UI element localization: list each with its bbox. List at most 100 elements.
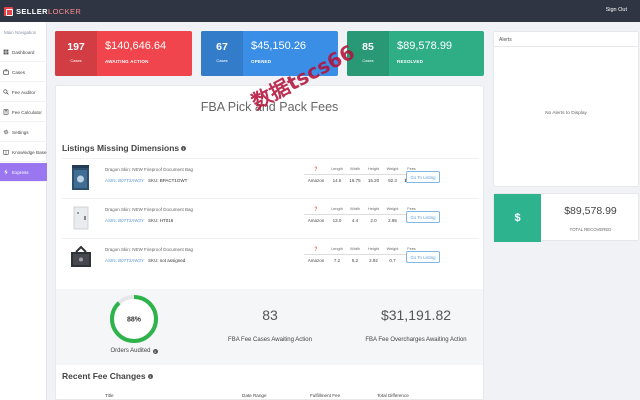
table-row: Dragon Skin: NEW Fireproof Document Bag … xyxy=(62,198,479,238)
dims-header: Width xyxy=(350,207,360,211)
table-row: Dragon Skin: NEW Fireproof Document Bag … xyxy=(62,238,479,278)
missing-dimensions-title: Listings Missing Dimensions i xyxy=(62,143,187,153)
stat-count-box: 67 Cases xyxy=(201,31,243,76)
sku-value: not assigned xyxy=(159,258,186,263)
dims-height: 2.92 xyxy=(364,254,383,266)
sidebar-item-settings[interactable]: Settings xyxy=(0,123,47,142)
logo-text-light: LOCKER xyxy=(48,6,82,16)
book-icon xyxy=(3,149,9,155)
go-to-listing-button[interactable]: Go To Listing xyxy=(406,171,440,183)
dimensions-table: ❓ Amazon Length 14.5 Width 16.75 Height 15.2… xyxy=(304,165,421,189)
sidebar-item-cases[interactable]: Cases xyxy=(0,63,47,82)
table-row: Dragon Skin: NEW Fireproof Document Bag … xyxy=(62,158,479,198)
gear-icon xyxy=(3,129,9,135)
dims-width: 5.2 xyxy=(346,254,364,266)
sidebar-item-fee-auditor[interactable]: Fee Auditor xyxy=(0,83,47,102)
stat-count: 197 xyxy=(67,41,85,53)
sidebar-item-label: Dashboard xyxy=(12,49,35,55)
sidebar-item-fee-calculator[interactable]: Fee Calculator xyxy=(0,103,47,122)
bolt-icon xyxy=(4,169,8,175)
fee-cases-count: 83 xyxy=(262,307,278,323)
gauge-percent: 88% xyxy=(127,317,142,324)
info-icon[interactable]: i xyxy=(152,348,158,354)
page-title: FBA Pick and Pack Fees xyxy=(200,100,339,114)
asin-link[interactable]: B07T3AW2Y xyxy=(118,218,144,223)
dims-header: Length xyxy=(331,167,343,171)
stat-amount: $140,646.64 xyxy=(105,40,167,52)
sku-value: HT016 xyxy=(159,218,174,223)
dims-weight: 2.95 xyxy=(383,214,402,226)
orders-audited-label: Orders Audited i xyxy=(96,348,172,354)
dims-length: 7.2 xyxy=(328,254,346,266)
help-icon[interactable]: ❓ xyxy=(304,205,328,214)
total-recovered-amount: $89,578.99 xyxy=(564,205,617,217)
sign-out-link[interactable]: Sign Out xyxy=(606,7,627,13)
missing-dimensions-title-text: Listings Missing Dimensions xyxy=(62,143,180,153)
recent-fee-changes-title-text: Recent Fee Changes xyxy=(62,371,146,381)
sidebar-title: Main Navigation xyxy=(4,30,37,35)
info-icon[interactable]: i xyxy=(181,145,187,151)
top-bar: SELLERLOCKER Sign Out xyxy=(0,0,640,22)
stat-count-label: Cases xyxy=(70,58,82,63)
stat-count-label: Cases xyxy=(362,58,374,63)
sidebar-item-dashboard[interactable]: Dashboard xyxy=(0,43,47,62)
app-logo[interactable]: SELLERLOCKER xyxy=(4,6,81,16)
go-to-listing-button[interactable]: Go To Listing xyxy=(406,251,440,263)
locker-logo-icon xyxy=(4,6,13,16)
calculator-icon xyxy=(3,109,9,115)
dims-header: Weight xyxy=(386,167,399,171)
listing-ids: ASIN: B07T3AW2Y SKU: HT016 xyxy=(105,218,173,223)
stat-card-opened[interactable]: 67 Cases $45,150.26 OPENED xyxy=(201,31,338,76)
recent-fee-changes-title: Recent Fee Changes i xyxy=(62,371,153,381)
sku-label: SKU: xyxy=(147,218,159,223)
sidebar-item-knowledge-base[interactable]: Knowledge Base xyxy=(0,143,47,162)
asin-label: ASIN: xyxy=(105,258,117,263)
dimensions-table: ❓ Amazon Length 7.2 Width 5.2 Height 2.92 We… xyxy=(304,245,421,269)
safe-product-image xyxy=(72,165,89,190)
dims-header: Weight xyxy=(386,207,399,211)
asin-link[interactable]: B07T3AW2Y xyxy=(118,258,144,263)
dims-height: 2.0 xyxy=(364,214,383,226)
go-to-listing-button[interactable]: Go To Listing xyxy=(406,211,440,223)
stat-amount: $89,578.99 xyxy=(397,40,453,52)
logo-text-bold: SELLER xyxy=(16,6,48,16)
total-recovered-card: $ $89,578.99 TOTAL RECOVERED xyxy=(493,193,639,242)
alerts-empty-message: No Alerts to Display xyxy=(545,111,587,116)
column-header-fulfillment-fee: Fulfillment Fee xyxy=(310,393,341,398)
dims-weight: 92.3 xyxy=(383,174,402,186)
asin-link[interactable]: B07T3AW2Y xyxy=(118,178,144,183)
stat-count: 67 xyxy=(216,41,228,53)
orders-audited-gauge: 88% xyxy=(110,295,158,343)
sku-label: SKU: xyxy=(147,178,159,183)
safe-product-image xyxy=(73,206,89,230)
overcharges-label: FBA Fee Overcharges Awaiting Action xyxy=(365,337,467,343)
help-icon[interactable]: ❓ xyxy=(304,245,328,254)
dims-width: 16.75 xyxy=(346,174,364,186)
column-header-total-difference: Total Difference xyxy=(377,393,409,398)
dims-header: Height xyxy=(368,207,379,211)
help-icon[interactable]: ❓ xyxy=(304,165,328,174)
sidebar: Main Navigation Dashboard Cases Fee Audi… xyxy=(0,22,47,400)
sku-label: SKU: xyxy=(147,258,159,263)
stat-count: 85 xyxy=(362,41,374,53)
dims-header: Length xyxy=(331,247,343,251)
info-icon[interactable]: i xyxy=(147,373,153,379)
stat-label: RESOLVED xyxy=(397,59,424,64)
stat-label: AWAITING ACTION xyxy=(105,59,149,64)
sidebar-item-label: Express xyxy=(12,169,29,175)
alerts-panel: Alerts No Alerts to Display xyxy=(493,31,639,187)
stat-card-awaiting-action[interactable]: 197 Cases $140,646.64 AWAITING ACTION xyxy=(55,31,192,76)
dims-header: Width xyxy=(350,247,360,251)
total-recovered-label: TOTAL RECOVERED xyxy=(569,227,612,232)
dims-length: 14.5 xyxy=(328,174,346,186)
cases-icon xyxy=(3,69,9,75)
stat-count-box: 197 Cases xyxy=(55,31,97,76)
dimensions-table: ❓ Amazon Length 13.0 Width 4.4 Height 2.0 We… xyxy=(304,205,421,229)
column-header-title: Title xyxy=(105,393,114,398)
fba-fees-panel: FBA Pick and Pack Fees Listings Missing … xyxy=(55,85,484,400)
stat-count-box: 85 Cases xyxy=(347,31,389,76)
orders-audited-label-text: Orders Audited xyxy=(110,348,151,354)
sidebar-item-express[interactable]: Express xyxy=(0,163,47,182)
stat-card-resolved[interactable]: 85 Cases $89,578.99 RESOLVED xyxy=(347,31,484,76)
dims-header: Weight xyxy=(386,247,399,251)
